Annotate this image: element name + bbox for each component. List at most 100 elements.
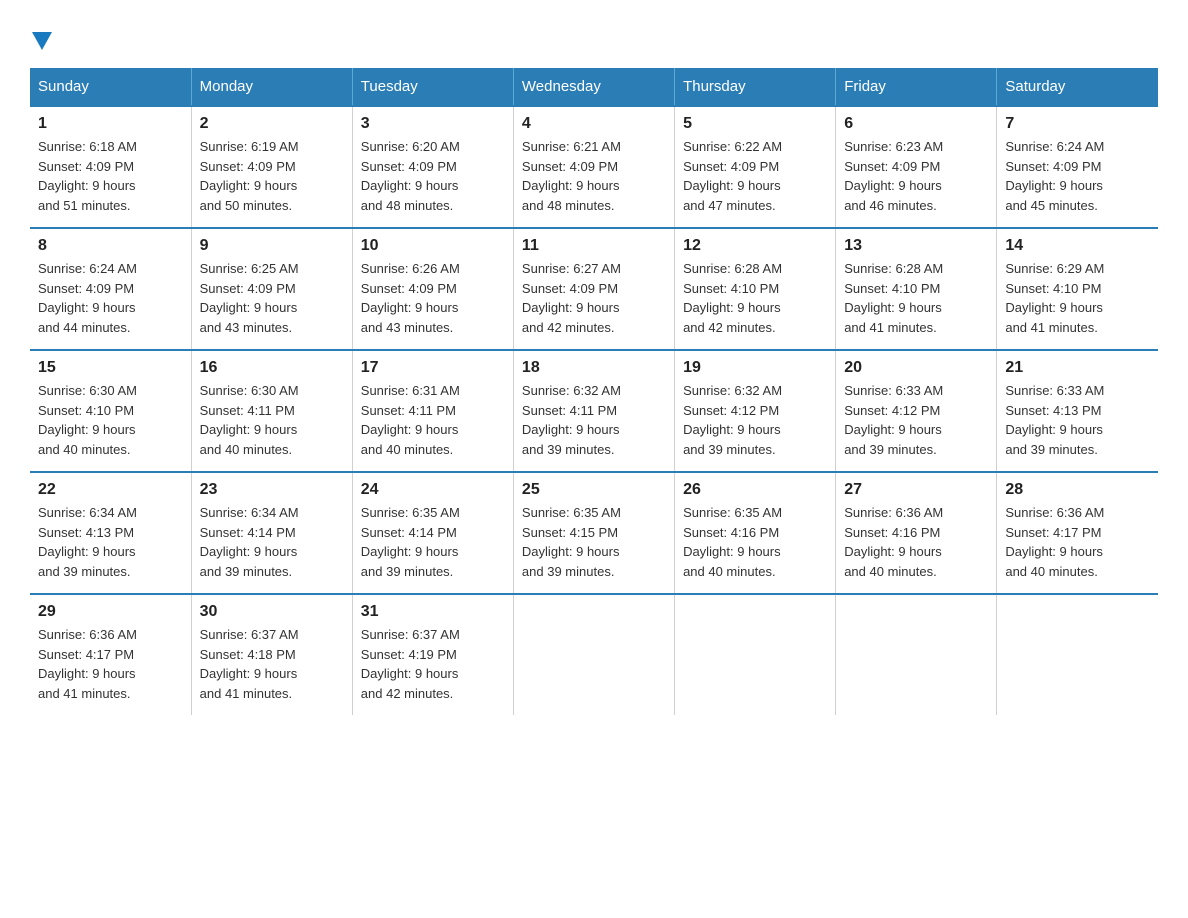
calendar-cell: 3 Sunrise: 6:20 AM Sunset: 4:09 PM Dayli… xyxy=(352,106,513,228)
day-info: Sunrise: 6:34 AM Sunset: 4:14 PM Dayligh… xyxy=(200,503,344,581)
day-info: Sunrise: 6:35 AM Sunset: 4:14 PM Dayligh… xyxy=(361,503,505,581)
day-number: 29 xyxy=(38,603,183,621)
day-info: Sunrise: 6:32 AM Sunset: 4:11 PM Dayligh… xyxy=(522,381,666,459)
calendar-cell: 23 Sunrise: 6:34 AM Sunset: 4:14 PM Dayl… xyxy=(191,472,352,594)
calendar-cell xyxy=(513,594,674,715)
day-number: 7 xyxy=(1005,115,1150,133)
day-info: Sunrise: 6:33 AM Sunset: 4:13 PM Dayligh… xyxy=(1005,381,1150,459)
calendar-cell: 25 Sunrise: 6:35 AM Sunset: 4:15 PM Dayl… xyxy=(513,472,674,594)
calendar-cell: 15 Sunrise: 6:30 AM Sunset: 4:10 PM Dayl… xyxy=(30,350,191,472)
weekday-header-tuesday: Tuesday xyxy=(352,68,513,106)
day-info: Sunrise: 6:28 AM Sunset: 4:10 PM Dayligh… xyxy=(844,259,988,337)
day-number: 31 xyxy=(361,603,505,621)
day-info: Sunrise: 6:23 AM Sunset: 4:09 PM Dayligh… xyxy=(844,137,988,215)
day-number: 1 xyxy=(38,115,183,133)
logo-arrow-icon xyxy=(32,32,52,52)
day-number: 18 xyxy=(522,359,666,377)
day-number: 16 xyxy=(200,359,344,377)
day-number: 6 xyxy=(844,115,988,133)
calendar-week-row: 22 Sunrise: 6:34 AM Sunset: 4:13 PM Dayl… xyxy=(30,472,1158,594)
day-number: 24 xyxy=(361,481,505,499)
day-number: 20 xyxy=(844,359,988,377)
day-info: Sunrise: 6:19 AM Sunset: 4:09 PM Dayligh… xyxy=(200,137,344,215)
calendar-cell xyxy=(997,594,1158,715)
day-info: Sunrise: 6:36 AM Sunset: 4:17 PM Dayligh… xyxy=(38,625,183,703)
calendar-cell: 18 Sunrise: 6:32 AM Sunset: 4:11 PM Dayl… xyxy=(513,350,674,472)
calendar-cell: 1 Sunrise: 6:18 AM Sunset: 4:09 PM Dayli… xyxy=(30,106,191,228)
calendar-cell: 16 Sunrise: 6:30 AM Sunset: 4:11 PM Dayl… xyxy=(191,350,352,472)
day-info: Sunrise: 6:21 AM Sunset: 4:09 PM Dayligh… xyxy=(522,137,666,215)
day-info: Sunrise: 6:36 AM Sunset: 4:17 PM Dayligh… xyxy=(1005,503,1150,581)
calendar-cell: 8 Sunrise: 6:24 AM Sunset: 4:09 PM Dayli… xyxy=(30,228,191,350)
day-number: 30 xyxy=(200,603,344,621)
page-header xyxy=(30,30,1158,48)
day-number: 10 xyxy=(361,237,505,255)
calendar-cell: 11 Sunrise: 6:27 AM Sunset: 4:09 PM Dayl… xyxy=(513,228,674,350)
day-info: Sunrise: 6:24 AM Sunset: 4:09 PM Dayligh… xyxy=(38,259,183,337)
day-info: Sunrise: 6:32 AM Sunset: 4:12 PM Dayligh… xyxy=(683,381,827,459)
day-info: Sunrise: 6:27 AM Sunset: 4:09 PM Dayligh… xyxy=(522,259,666,337)
day-number: 8 xyxy=(38,237,183,255)
day-info: Sunrise: 6:26 AM Sunset: 4:09 PM Dayligh… xyxy=(361,259,505,337)
calendar-cell: 7 Sunrise: 6:24 AM Sunset: 4:09 PM Dayli… xyxy=(997,106,1158,228)
day-number: 26 xyxy=(683,481,827,499)
logo xyxy=(30,30,52,48)
day-info: Sunrise: 6:35 AM Sunset: 4:15 PM Dayligh… xyxy=(522,503,666,581)
day-number: 11 xyxy=(522,237,666,255)
day-info: Sunrise: 6:24 AM Sunset: 4:09 PM Dayligh… xyxy=(1005,137,1150,215)
calendar-cell: 28 Sunrise: 6:36 AM Sunset: 4:17 PM Dayl… xyxy=(997,472,1158,594)
day-number: 12 xyxy=(683,237,827,255)
calendar-cell: 14 Sunrise: 6:29 AM Sunset: 4:10 PM Dayl… xyxy=(997,228,1158,350)
weekday-header-friday: Friday xyxy=(836,68,997,106)
calendar-cell: 2 Sunrise: 6:19 AM Sunset: 4:09 PM Dayli… xyxy=(191,106,352,228)
calendar-cell: 12 Sunrise: 6:28 AM Sunset: 4:10 PM Dayl… xyxy=(675,228,836,350)
day-number: 14 xyxy=(1005,237,1150,255)
calendar-week-row: 8 Sunrise: 6:24 AM Sunset: 4:09 PM Dayli… xyxy=(30,228,1158,350)
calendar-cell: 9 Sunrise: 6:25 AM Sunset: 4:09 PM Dayli… xyxy=(191,228,352,350)
calendar-cell: 26 Sunrise: 6:35 AM Sunset: 4:16 PM Dayl… xyxy=(675,472,836,594)
day-number: 23 xyxy=(200,481,344,499)
day-number: 5 xyxy=(683,115,827,133)
day-number: 25 xyxy=(522,481,666,499)
day-info: Sunrise: 6:28 AM Sunset: 4:10 PM Dayligh… xyxy=(683,259,827,337)
day-info: Sunrise: 6:30 AM Sunset: 4:10 PM Dayligh… xyxy=(38,381,183,459)
calendar-week-row: 15 Sunrise: 6:30 AM Sunset: 4:10 PM Dayl… xyxy=(30,350,1158,472)
calendar-cell: 17 Sunrise: 6:31 AM Sunset: 4:11 PM Dayl… xyxy=(352,350,513,472)
calendar-cell xyxy=(836,594,997,715)
day-number: 2 xyxy=(200,115,344,133)
day-info: Sunrise: 6:34 AM Sunset: 4:13 PM Dayligh… xyxy=(38,503,183,581)
calendar-cell: 13 Sunrise: 6:28 AM Sunset: 4:10 PM Dayl… xyxy=(836,228,997,350)
day-number: 27 xyxy=(844,481,988,499)
calendar-cell xyxy=(675,594,836,715)
calendar-cell: 5 Sunrise: 6:22 AM Sunset: 4:09 PM Dayli… xyxy=(675,106,836,228)
day-info: Sunrise: 6:36 AM Sunset: 4:16 PM Dayligh… xyxy=(844,503,988,581)
calendar-week-row: 29 Sunrise: 6:36 AM Sunset: 4:17 PM Dayl… xyxy=(30,594,1158,715)
weekday-header-saturday: Saturday xyxy=(997,68,1158,106)
day-info: Sunrise: 6:18 AM Sunset: 4:09 PM Dayligh… xyxy=(38,137,183,215)
calendar-cell: 24 Sunrise: 6:35 AM Sunset: 4:14 PM Dayl… xyxy=(352,472,513,594)
day-info: Sunrise: 6:37 AM Sunset: 4:19 PM Dayligh… xyxy=(361,625,505,703)
calendar-cell: 29 Sunrise: 6:36 AM Sunset: 4:17 PM Dayl… xyxy=(30,594,191,715)
calendar-cell: 31 Sunrise: 6:37 AM Sunset: 4:19 PM Dayl… xyxy=(352,594,513,715)
weekday-header-sunday: Sunday xyxy=(30,68,191,106)
day-number: 19 xyxy=(683,359,827,377)
day-number: 9 xyxy=(200,237,344,255)
calendar-cell: 20 Sunrise: 6:33 AM Sunset: 4:12 PM Dayl… xyxy=(836,350,997,472)
day-number: 4 xyxy=(522,115,666,133)
day-info: Sunrise: 6:37 AM Sunset: 4:18 PM Dayligh… xyxy=(200,625,344,703)
day-number: 22 xyxy=(38,481,183,499)
day-number: 17 xyxy=(361,359,505,377)
calendar-cell: 19 Sunrise: 6:32 AM Sunset: 4:12 PM Dayl… xyxy=(675,350,836,472)
day-info: Sunrise: 6:22 AM Sunset: 4:09 PM Dayligh… xyxy=(683,137,827,215)
calendar-week-row: 1 Sunrise: 6:18 AM Sunset: 4:09 PM Dayli… xyxy=(30,106,1158,228)
calendar-cell: 27 Sunrise: 6:36 AM Sunset: 4:16 PM Dayl… xyxy=(836,472,997,594)
calendar-cell: 6 Sunrise: 6:23 AM Sunset: 4:09 PM Dayli… xyxy=(836,106,997,228)
weekday-header-wednesday: Wednesday xyxy=(513,68,674,106)
calendar-cell: 30 Sunrise: 6:37 AM Sunset: 4:18 PM Dayl… xyxy=(191,594,352,715)
calendar-cell: 10 Sunrise: 6:26 AM Sunset: 4:09 PM Dayl… xyxy=(352,228,513,350)
day-info: Sunrise: 6:35 AM Sunset: 4:16 PM Dayligh… xyxy=(683,503,827,581)
weekday-header-monday: Monday xyxy=(191,68,352,106)
weekday-header-thursday: Thursday xyxy=(675,68,836,106)
calendar-cell: 4 Sunrise: 6:21 AM Sunset: 4:09 PM Dayli… xyxy=(513,106,674,228)
calendar-table: SundayMondayTuesdayWednesdayThursdayFrid… xyxy=(30,68,1158,715)
